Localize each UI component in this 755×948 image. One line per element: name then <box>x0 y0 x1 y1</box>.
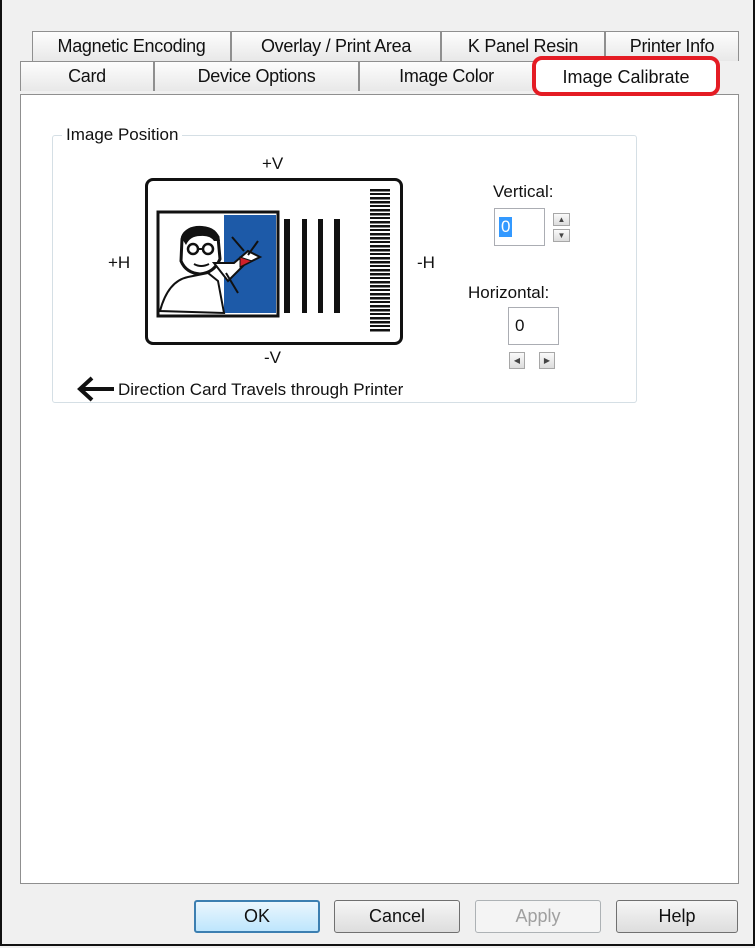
tab-label: Overlay / Print Area <box>260 36 412 56</box>
card-graphic <box>156 187 390 335</box>
tab-label: Device Options <box>197 66 316 86</box>
chevron-down-icon: ▼ <box>557 230 566 240</box>
tab-card[interactable]: Card <box>20 61 154 91</box>
minus-v-label: -V <box>264 348 281 367</box>
chevron-left-icon: ◀ <box>513 355 521 365</box>
vertical-label: Vertical: <box>493 182 554 201</box>
vertical-up-button[interactable]: ▲ <box>553 213 570 226</box>
ok-button[interactable]: OK <box>194 900 320 933</box>
vertical-value: 0 <box>499 217 513 237</box>
horizontal-right-button[interactable]: ▶ <box>539 352 555 369</box>
help-label: Help <box>658 906 696 926</box>
apply-button[interactable]: Apply <box>475 900 601 933</box>
horizontal-value: 0 <box>515 316 525 335</box>
tab-label: Printer Info <box>629 36 715 56</box>
tab-label: Image Calibrate <box>562 67 690 87</box>
cancel-button[interactable]: Cancel <box>334 900 460 933</box>
group-title: Image Position <box>62 125 183 145</box>
chevron-right-icon: ▶ <box>543 355 551 365</box>
horizontal-label: Horizontal: <box>468 283 550 302</box>
direction-label: Direction Card Travels through Printer <box>118 380 404 399</box>
tab-image-color[interactable]: Image Color <box>359 61 534 91</box>
plus-h-label: +H <box>108 253 131 272</box>
horizontal-left-button[interactable]: ◀ <box>509 352 525 369</box>
vertical-input[interactable]: 0 <box>494 208 545 246</box>
card-illustration <box>145 178 403 345</box>
tab-label: Image Color <box>399 66 494 86</box>
tab-magnetic-encoding[interactable]: Magnetic Encoding <box>32 31 231 61</box>
minus-h-label: -H <box>417 253 435 272</box>
help-button[interactable]: Help <box>616 900 738 933</box>
plus-v-label: +V <box>262 154 284 173</box>
cancel-label: Cancel <box>368 906 426 926</box>
tab-label: Card <box>68 66 106 86</box>
apply-label: Apply <box>515 906 561 926</box>
tab-device-options[interactable]: Device Options <box>154 61 359 91</box>
tab-overlay-print-area[interactable]: Overlay / Print Area <box>231 31 441 61</box>
tab-label: Magnetic Encoding <box>57 36 206 56</box>
tab-image-calibrate[interactable]: Image Calibrate <box>532 56 720 96</box>
vertical-down-button[interactable]: ▼ <box>553 229 570 242</box>
tab-label: K Panel Resin <box>467 36 579 56</box>
horizontal-input[interactable]: 0 <box>508 307 559 345</box>
chevron-up-icon: ▲ <box>557 214 566 224</box>
left-arrow-icon <box>77 376 114 402</box>
ok-label: OK <box>243 906 270 926</box>
